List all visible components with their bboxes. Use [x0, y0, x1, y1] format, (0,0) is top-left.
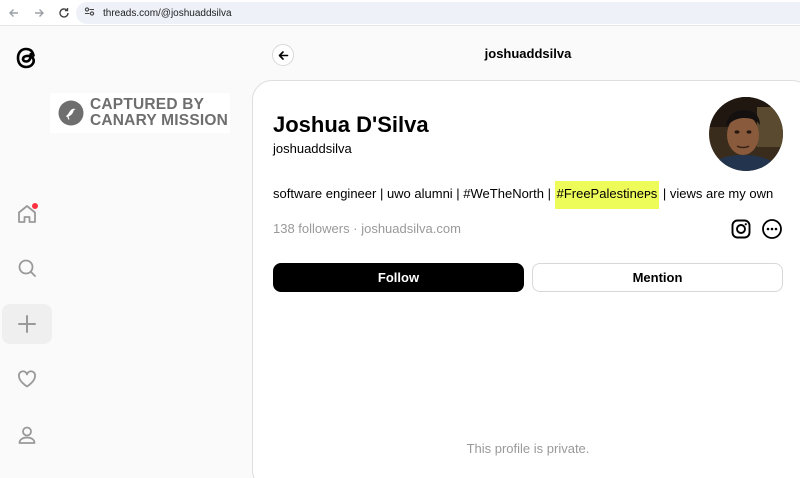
follow-button[interactable]: Follow — [273, 263, 524, 292]
back-button[interactable] — [272, 44, 294, 66]
profile-icon — [18, 426, 36, 444]
url-text: threads.com/@joshuaddsilva — [103, 7, 232, 19]
notification-dot — [32, 203, 38, 209]
watermark-line-1: CAPTURED BY — [90, 96, 205, 113]
back-arrow-icon — [278, 50, 288, 60]
profile-meta: 138 followers · joshuadsilva.com — [273, 221, 461, 236]
heart-icon — [18, 370, 36, 388]
bio-text-after: | views are my own — [659, 186, 774, 201]
profile-name: Joshua D'Silva — [273, 112, 429, 137]
bio-hashtag-highlight[interactable]: #FreePalestineᴘs — [554, 181, 660, 209]
reload-icon[interactable] — [53, 2, 75, 24]
more-options-icon[interactable] — [761, 218, 783, 240]
bio-text-before: software engineer | uwo alumni | #WeTheN… — [273, 186, 555, 201]
private-profile-notice: This profile is private. — [466, 441, 590, 456]
sidebar-item-home[interactable] — [2, 194, 52, 234]
meta-separator: · — [353, 221, 358, 236]
website-link[interactable]: joshuadsilva.com — [361, 221, 461, 236]
page-title: joshuaddsilva — [484, 46, 572, 61]
forward-arrow-icon[interactable] — [28, 2, 50, 24]
profile-handle: joshuaddsilva — [273, 141, 352, 156]
canary-mission-watermark: CAPTURED BY CANARY MISSION — [50, 93, 230, 133]
back-arrow-icon[interactable] — [3, 2, 25, 24]
profile-bio: software engineer | uwo alumni | #WeTheN… — [273, 181, 774, 209]
sidebar-item-profile[interactable] — [2, 415, 52, 455]
avatar[interactable] — [709, 97, 783, 171]
sidebar-item-search[interactable] — [2, 248, 52, 288]
browser-toolbar: threads.com/@joshuaddsilva — [0, 0, 800, 26]
canary-logo-icon — [58, 100, 84, 126]
sidebar-item-activity[interactable] — [2, 359, 52, 399]
address-bar[interactable]: threads.com/@joshuaddsilva — [76, 2, 800, 24]
plus-icon — [18, 315, 36, 333]
sidebar-nav — [0, 26, 56, 478]
instagram-icon[interactable] — [730, 218, 752, 240]
threads-logo-icon[interactable] — [2, 38, 52, 78]
mention-button[interactable]: Mention — [532, 263, 783, 292]
search-icon — [18, 259, 36, 277]
followers-count[interactable]: 138 followers — [273, 221, 350, 236]
sidebar-item-create[interactable] — [2, 304, 52, 344]
watermark-line-2: CANARY MISSION — [90, 112, 229, 129]
site-settings-icon[interactable] — [84, 4, 95, 22]
